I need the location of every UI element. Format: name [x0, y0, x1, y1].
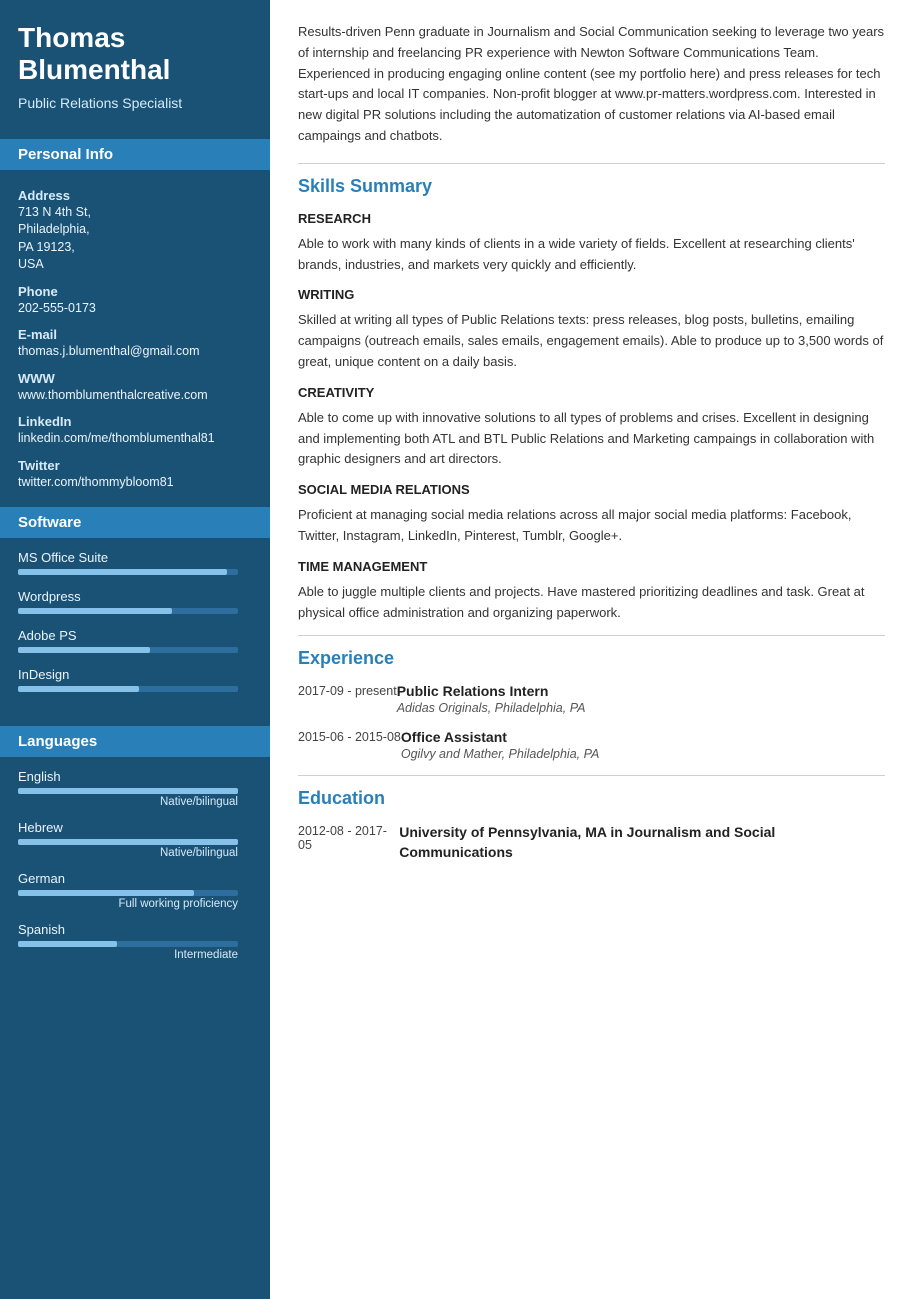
language-name: Hebrew: [18, 820, 252, 835]
www-label: WWW: [18, 371, 252, 386]
language-item: German Full working proficiency: [18, 871, 252, 910]
exp-date: 2015-06 - 2015-08: [298, 729, 401, 761]
software-bar-bg: [18, 686, 238, 692]
language-bar-fill: [18, 890, 194, 896]
language-level: Native/bilingual: [18, 796, 238, 808]
skill-label: SOCIAL MEDIA RELATIONS: [298, 482, 885, 497]
skills-list: RESEARCH Able to work with many kinds of…: [298, 211, 885, 624]
language-bar-fill: [18, 839, 238, 845]
sidebar: Thomas Blumenthal Public Relations Speci…: [0, 0, 270, 1299]
skill-label: RESEARCH: [298, 211, 885, 226]
language-bar-bg: [18, 839, 238, 845]
divider-1: [298, 163, 885, 164]
software-bar-fill: [18, 569, 227, 575]
language-level: Full working proficiency: [18, 898, 238, 910]
skill-desc: Able to juggle multiple clients and proj…: [298, 582, 885, 624]
language-bar-bg: [18, 890, 238, 896]
divider-2: [298, 635, 885, 636]
language-name: German: [18, 871, 252, 886]
www-value: www.thomblumenthalcreative.com: [18, 387, 252, 405]
software-name: MS Office Suite: [18, 550, 252, 565]
experience-row: 2015-06 - 2015-08 Office Assistant Ogilv…: [298, 729, 885, 761]
exp-title: Office Assistant: [401, 729, 600, 745]
skill-label: CREATIVITY: [298, 385, 885, 400]
exp-date: 2017-09 - present: [298, 683, 397, 715]
experience-row: 2017-09 - present Public Relations Inter…: [298, 683, 885, 715]
skills-summary-title: Skills Summary: [298, 176, 885, 197]
skill-label: TIME MANAGEMENT: [298, 559, 885, 574]
skill-item: SOCIAL MEDIA RELATIONS Proficient at man…: [298, 482, 885, 547]
software-name: Adobe PS: [18, 628, 252, 643]
address-label: Address: [18, 188, 252, 203]
language-item: Hebrew Native/bilingual: [18, 820, 252, 859]
divider-3: [298, 775, 885, 776]
edu-title: University of Pennsylvania, MA in Journa…: [399, 823, 885, 862]
exp-company: Adidas Originals, Philadelphia, PA: [397, 701, 586, 715]
software-item: MS Office Suite: [18, 550, 252, 575]
software-item: InDesign: [18, 667, 252, 692]
exp-details: Office Assistant Ogilvy and Mather, Phil…: [401, 729, 600, 761]
language-level: Intermediate: [18, 949, 238, 961]
personal-info-header: Personal Info: [0, 139, 270, 170]
education-list: 2012-08 - 2017-05 University of Pennsylv…: [298, 823, 885, 862]
skill-item: CREATIVITY Able to come up with innovati…: [298, 385, 885, 470]
linkedin-label: LinkedIn: [18, 414, 252, 429]
candidate-title: Public Relations Specialist: [18, 94, 252, 112]
skill-desc: Proficient at managing social media rela…: [298, 505, 885, 547]
language-bar-bg: [18, 941, 238, 947]
linkedin-value: linkedin.com/me/thomblumenthal81: [18, 430, 252, 448]
experience-title: Experience: [298, 648, 885, 669]
skill-label: WRITING: [298, 287, 885, 302]
skill-desc: Able to work with many kinds of clients …: [298, 234, 885, 276]
language-bar-fill: [18, 788, 238, 794]
experience-list: 2017-09 - present Public Relations Inter…: [298, 683, 885, 761]
languages-section: English Native/bilingual Hebrew Native/b…: [0, 757, 270, 981]
main-content: Results-driven Penn graduate in Journali…: [270, 0, 913, 1299]
phone-label: Phone: [18, 284, 252, 299]
email-label: E-mail: [18, 327, 252, 342]
software-item: Wordpress: [18, 589, 252, 614]
software-bar-bg: [18, 569, 238, 575]
phone-value: 202-555-0173: [18, 300, 252, 318]
language-bar-fill: [18, 941, 117, 947]
exp-company: Ogilvy and Mather, Philadelphia, PA: [401, 747, 600, 761]
language-bar-bg: [18, 788, 238, 794]
software-header: Software: [0, 507, 270, 538]
skill-desc: Skilled at writing all types of Public R…: [298, 310, 885, 372]
language-item: Spanish Intermediate: [18, 922, 252, 961]
summary-text: Results-driven Penn graduate in Journali…: [298, 22, 885, 147]
software-name: Wordpress: [18, 589, 252, 604]
skill-desc: Able to come up with innovative solution…: [298, 408, 885, 470]
edu-date: 2012-08 - 2017-05: [298, 823, 399, 862]
language-name: English: [18, 769, 252, 784]
twitter-label: Twitter: [18, 458, 252, 473]
software-item: Adobe PS: [18, 628, 252, 653]
personal-info-section: Address 713 N 4th St,Philadelphia,PA 191…: [0, 170, 270, 496]
education-row: 2012-08 - 2017-05 University of Pennsylv…: [298, 823, 885, 862]
software-bar-fill: [18, 647, 150, 653]
sidebar-header: Thomas Blumenthal Public Relations Speci…: [0, 0, 270, 127]
exp-details: Public Relations Intern Adidas Originals…: [397, 683, 586, 715]
languages-header: Languages: [0, 726, 270, 757]
software-bar-fill: [18, 608, 172, 614]
skill-item: TIME MANAGEMENT Able to juggle multiple …: [298, 559, 885, 624]
education-title: Education: [298, 788, 885, 809]
skill-item: RESEARCH Able to work with many kinds of…: [298, 211, 885, 276]
address-value: 713 N 4th St,Philadelphia,PA 19123,USA: [18, 204, 252, 274]
software-name: InDesign: [18, 667, 252, 682]
language-level: Native/bilingual: [18, 847, 238, 859]
skill-item: WRITING Skilled at writing all types of …: [298, 287, 885, 372]
software-bar-fill: [18, 686, 139, 692]
exp-title: Public Relations Intern: [397, 683, 586, 699]
candidate-name: Thomas Blumenthal: [18, 22, 252, 86]
edu-details: University of Pennsylvania, MA in Journa…: [399, 823, 885, 862]
language-item: English Native/bilingual: [18, 769, 252, 808]
software-section: MS Office Suite Wordpress Adobe PS InDes…: [0, 538, 270, 714]
email-value: thomas.j.blumenthal@gmail.com: [18, 343, 252, 361]
software-bar-bg: [18, 647, 238, 653]
twitter-value: twitter.com/thommybloom81: [18, 474, 252, 492]
language-name: Spanish: [18, 922, 252, 937]
software-bar-bg: [18, 608, 238, 614]
